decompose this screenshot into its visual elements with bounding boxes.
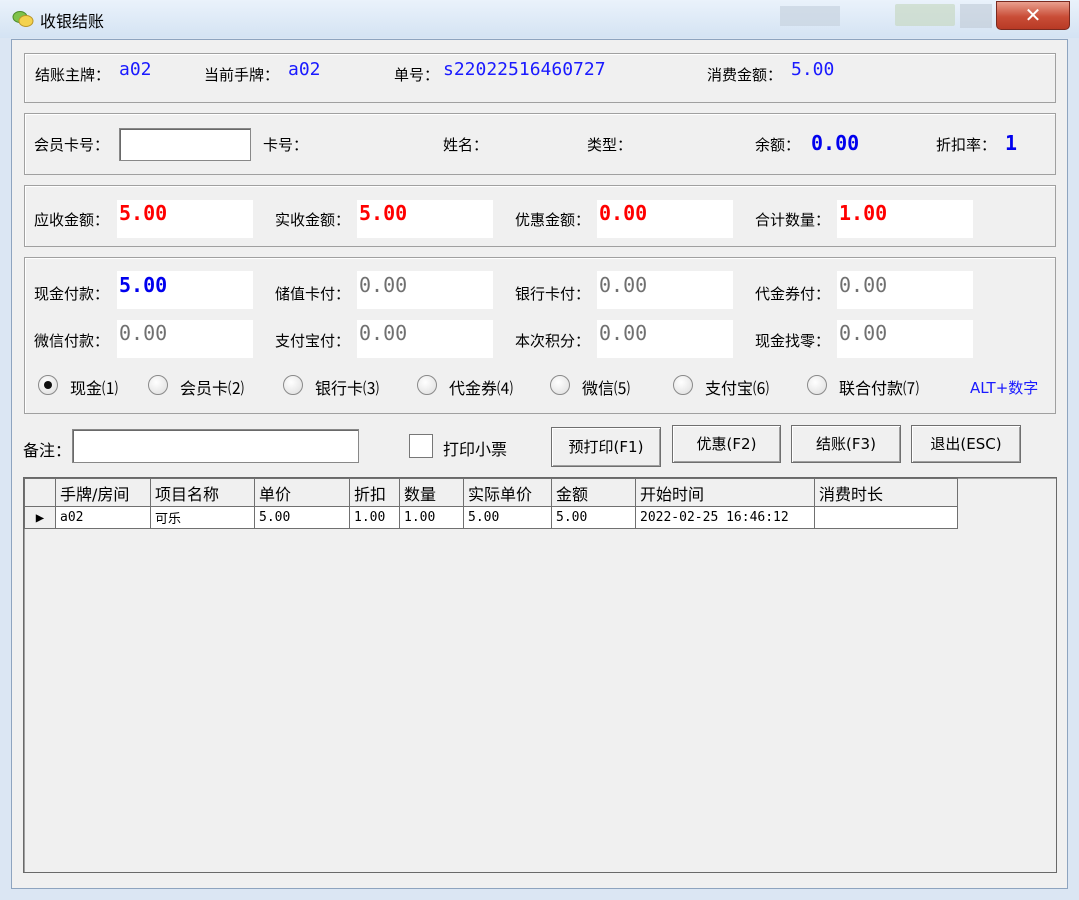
cash-change-value: 0.00 <box>839 321 888 345</box>
print-receipt-checkbox[interactable] <box>409 434 433 458</box>
received-value: 5.00 <box>359 201 408 225</box>
receivable-value: 5.00 <box>119 201 168 225</box>
total-quantity-label: 合计数量： <box>755 211 831 229</box>
checkout-button[interactable]: 结账(F3) <box>791 425 901 463</box>
receivable-label: 应收金额： <box>34 211 110 229</box>
exit-button[interactable]: 退出(ESC) <box>911 425 1021 463</box>
consume-amount-label: 消费金额： <box>707 66 783 84</box>
points-label: 本次积分： <box>515 332 591 350</box>
payment-radio-combined[interactable] <box>807 375 827 395</box>
table-cell[interactable]: 1.00 <box>349 506 400 529</box>
table-cell[interactable]: 1.00 <box>399 506 464 529</box>
table-cell[interactable]: a02 <box>55 506 151 529</box>
balance-value: 0.00 <box>811 131 860 155</box>
balance-label: 余额： <box>755 136 801 154</box>
payment-radio-label-alipay[interactable]: 支付宝⑹ <box>705 375 769 399</box>
order-number-value: s22022516460727 <box>443 59 606 80</box>
chat-bubbles-icon <box>12 11 34 27</box>
column-header[interactable]: 开始时间 <box>635 478 815 507</box>
remark-input[interactable] <box>72 429 359 463</box>
row-header-corner <box>24 478 56 507</box>
column-header[interactable]: 手牌/房间 <box>55 478 151 507</box>
window-title: 收银结账 <box>40 12 105 31</box>
payment-radio-member-card[interactable] <box>148 375 168 395</box>
table-cell[interactable]: 5.00 <box>551 506 636 529</box>
member-type-label: 类型： <box>587 136 633 154</box>
cash-pay-label: 现金付款： <box>34 285 110 303</box>
payment-radio-cash[interactable] <box>38 375 58 395</box>
wechat-pay-label: 微信付款： <box>34 332 110 350</box>
voucher-pay-value: 0.00 <box>839 273 888 297</box>
payment-radio-voucher[interactable] <box>417 375 437 395</box>
stored-card-pay-value: 0.00 <box>359 273 408 297</box>
stored-card-pay-label: 储值卡付： <box>275 285 351 303</box>
discount-rate-label: 折扣率： <box>936 136 997 154</box>
current-tag-value: a02 <box>288 59 321 80</box>
background-window-fragment <box>895 4 955 26</box>
member-card-input-label: 会员卡号： <box>34 136 110 154</box>
column-header[interactable]: 项目名称 <box>150 478 255 507</box>
table-row[interactable]: ▶ a02 可乐 5.00 1.00 1.00 5.00 5.00 2022-02-25 16:… <box>24 506 958 529</box>
order-items-grid[interactable]: 手牌/房间 项目名称 单价 折扣 数量 实际单价 金额 开始时间 消费时长 ▶ a02 可乐 5.00… <box>23 477 1057 873</box>
background-window-fragment <box>780 6 840 26</box>
main-tag-label: 结账主牌： <box>35 66 111 84</box>
payment-radio-label-wechat[interactable]: 微信⑸ <box>582 375 630 399</box>
table-cell[interactable]: 5.00 <box>254 506 350 529</box>
alipay-pay-value: 0.00 <box>359 321 408 345</box>
current-row-indicator-icon[interactable]: ▶ <box>24 506 56 529</box>
hotkey-hint: ALT+数字 <box>970 379 1039 397</box>
column-header[interactable]: 数量 <box>399 478 464 507</box>
payment-radio-alipay[interactable] <box>673 375 693 395</box>
preprint-button[interactable]: 预打印(F1) <box>551 427 661 467</box>
consume-amount-value: 5.00 <box>791 59 835 80</box>
wechat-pay-value: 0.00 <box>119 321 168 345</box>
column-header[interactable]: 折扣 <box>349 478 400 507</box>
payment-radio-label-voucher[interactable]: 代金券⑷ <box>449 375 513 399</box>
items-table: 手牌/房间 项目名称 单价 折扣 数量 实际单价 金额 开始时间 消费时长 ▶ a02 可乐 5.00… <box>24 478 958 529</box>
payment-radio-bank-card[interactable] <box>283 375 303 395</box>
payment-radio-label-bank-card[interactable]: 银行卡⑶ <box>315 375 379 399</box>
background-window-fragment <box>960 4 992 28</box>
discount-amount-value: 0.00 <box>599 201 648 225</box>
close-button[interactable]: ✕ <box>996 1 1070 30</box>
voucher-pay-label: 代金券付： <box>755 285 831 303</box>
bank-card-pay-value: 0.00 <box>599 273 648 297</box>
column-header[interactable]: 实际单价 <box>463 478 552 507</box>
bank-card-pay-label: 银行卡付： <box>515 285 591 303</box>
discount-rate-value: 1 <box>1005 131 1018 155</box>
print-receipt-label[interactable]: 打印小票 <box>443 436 507 460</box>
main-tag-value: a02 <box>119 59 152 80</box>
payment-radio-label-combined[interactable]: 联合付款⑺ <box>839 375 919 399</box>
current-tag-label: 当前手牌： <box>204 66 280 84</box>
discount-amount-label: 优惠金额： <box>515 211 591 229</box>
card-number-label: 卡号： <box>263 136 309 154</box>
member-card-input[interactable] <box>119 128 251 161</box>
payment-radio-label-cash[interactable]: 现金⑴ <box>70 375 118 399</box>
column-header[interactable]: 消费时长 <box>814 478 958 507</box>
received-label: 实收金额： <box>275 211 351 229</box>
table-cell[interactable]: 2022-02-25 16:46:12 <box>635 506 815 529</box>
column-header[interactable]: 金额 <box>551 478 636 507</box>
cash-pay-value: 5.00 <box>119 273 168 297</box>
cash-change-label: 现金找零： <box>755 332 831 350</box>
points-value: 0.00 <box>599 321 648 345</box>
alipay-pay-label: 支付宝付： <box>275 332 351 350</box>
table-cell[interactable] <box>814 506 958 529</box>
table-cell[interactable]: 可乐 <box>150 506 255 529</box>
discount-button[interactable]: 优惠(F2) <box>672 425 781 463</box>
payment-radio-wechat[interactable] <box>550 375 570 395</box>
payment-radio-label-member-card[interactable]: 会员卡⑵ <box>180 375 244 399</box>
member-name-label: 姓名： <box>443 136 489 154</box>
order-number-label: 单号： <box>394 66 440 84</box>
table-cell[interactable]: 5.00 <box>463 506 552 529</box>
column-header[interactable]: 单价 <box>254 478 350 507</box>
total-quantity-value: 1.00 <box>839 201 888 225</box>
remark-label: 备注： <box>23 441 72 460</box>
